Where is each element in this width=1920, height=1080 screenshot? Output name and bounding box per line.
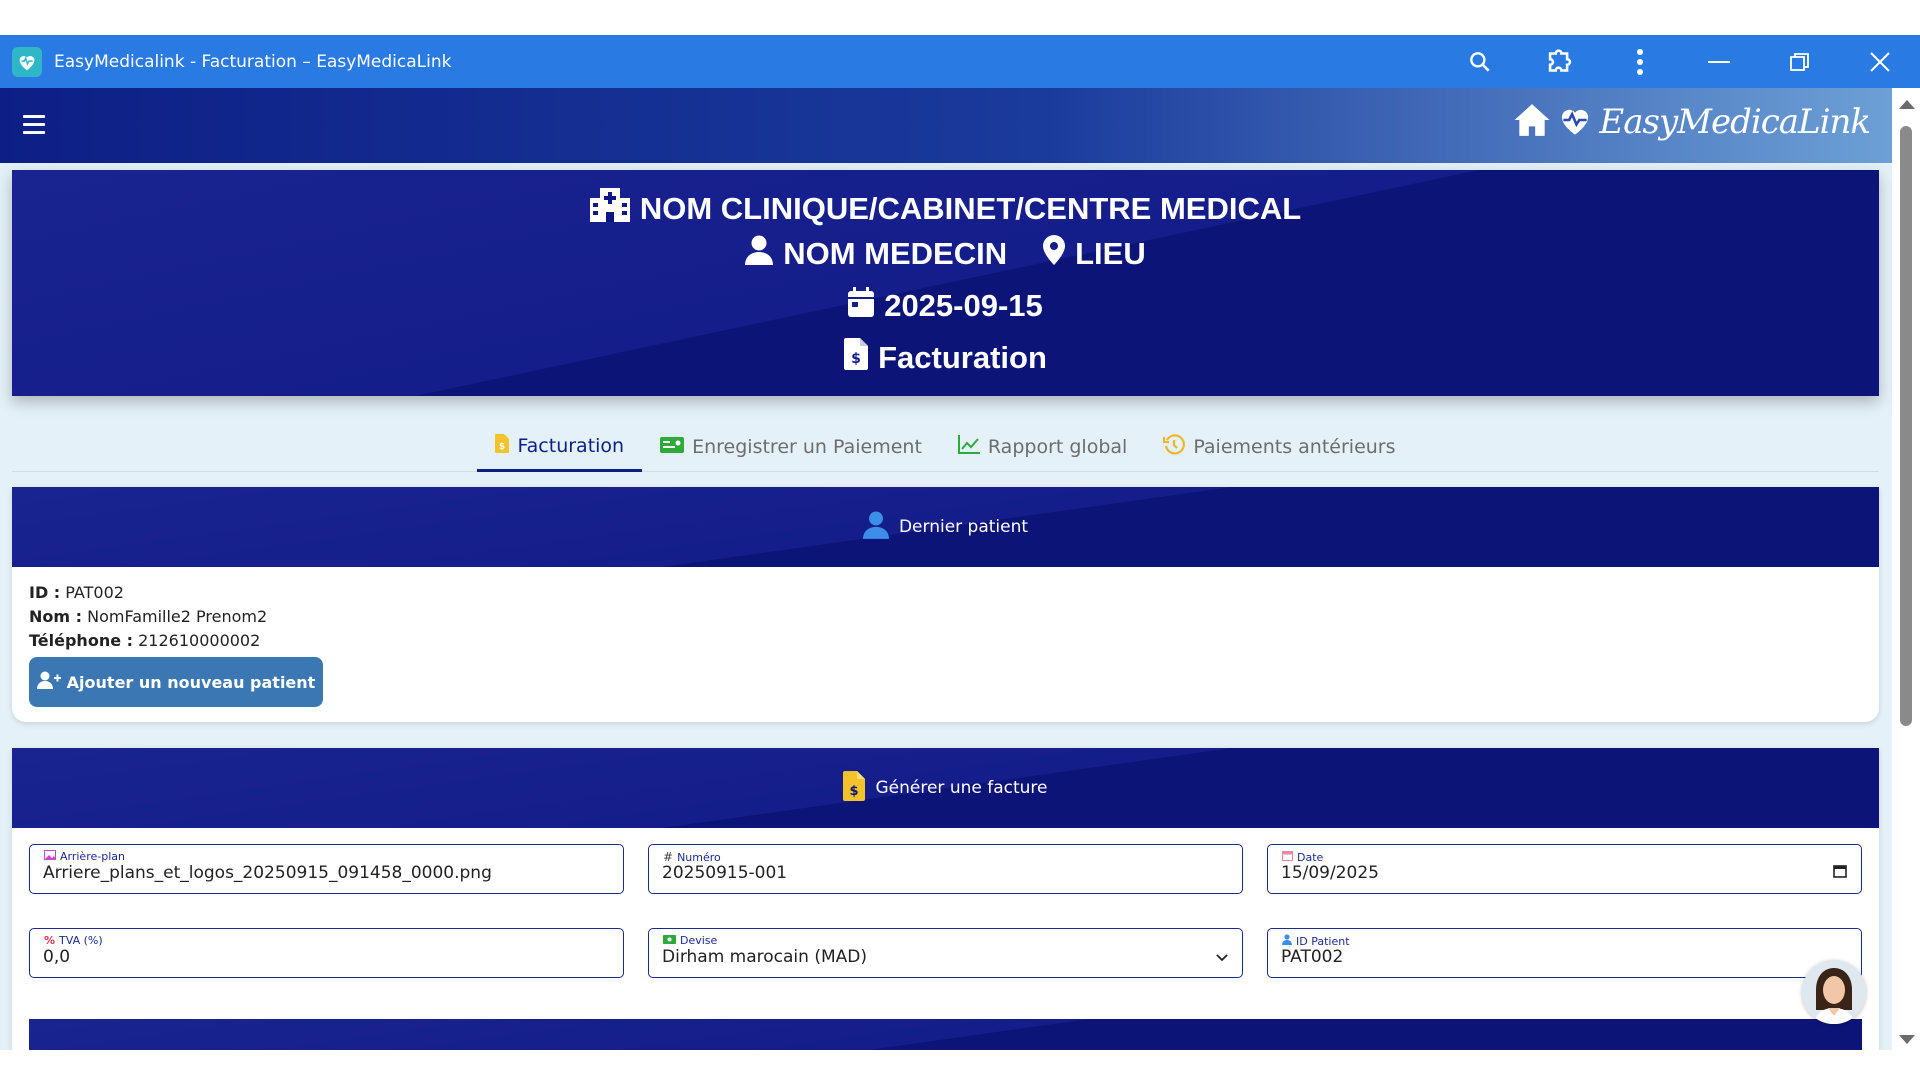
menu-icon[interactable] (23, 115, 45, 135)
last-patient-panel: Dernier patient ID : PAT002 Nom : NomFam… (12, 487, 1879, 722)
panel-title: Dernier patient (898, 517, 1029, 537)
money-bill-icon (663, 934, 676, 947)
number-value: 20250915-001 (662, 863, 788, 883)
minimize-icon[interactable] (1680, 35, 1760, 88)
tab-label: Paiements antérieurs (1193, 436, 1396, 458)
add-patient-button[interactable]: Ajouter un nouveau patient (29, 657, 323, 707)
invoice-header: $ Générer une facture (12, 748, 1879, 828)
assistant-avatar[interactable] (1802, 960, 1866, 1024)
number-label: Numéro (677, 850, 721, 864)
scroll-thumb[interactable] (1900, 126, 1912, 726)
app-navbar: EasyMedicaLink (0, 88, 1892, 163)
vat-value: 0,0 (43, 947, 71, 967)
percent-icon: % (44, 934, 56, 947)
patient-id-input-value: PAT002 (1281, 947, 1344, 967)
background-value: Arriere_plans_et_logos_20250915_091458_0… (43, 863, 492, 883)
top-strip (0, 0, 1920, 35)
tab-enregistrer-paiement[interactable]: Enregistrer un Paiement (642, 422, 940, 472)
patient-name-value: NomFamille2 Prenom2 (87, 607, 268, 626)
page-viewport: EasyMedicaLink NOM CLINIQUE/CABINET/CENT… (0, 88, 1892, 1050)
chart-line-icon (957, 435, 980, 459)
money-bill-icon (660, 436, 685, 458)
calendar-icon (1282, 850, 1293, 864)
invoice-date-field[interactable]: Date 15/09/2025 (1267, 844, 1862, 894)
bottom-strip (0, 1050, 1920, 1080)
close-icon[interactable] (1840, 35, 1920, 88)
tab-rapport-global[interactable]: Rapport global (940, 422, 1145, 472)
user-icon (1282, 934, 1292, 948)
more-vert-icon[interactable] (1600, 35, 1680, 88)
currency-select[interactable]: Devise Dirham marocain (MAD) (648, 928, 1243, 978)
date-label: Date (1297, 850, 1324, 864)
search-icon[interactable] (1440, 35, 1520, 88)
tab-paiements-anterieurs[interactable]: Paiements antérieurs (1145, 422, 1413, 472)
background-field[interactable]: Arrière-plan Arriere_plans_et_logos_2025… (29, 844, 624, 894)
invoice-number-field[interactable]: # Numéro 20250915-001 (648, 844, 1243, 894)
invoice-dollar-icon: $ (843, 770, 866, 806)
svg-text:$: $ (499, 442, 505, 452)
add-patient-label: Ajouter un nouveau patient (66, 672, 316, 692)
window-title: EasyMedicalink - Facturation – EasyMedic… (54, 51, 452, 72)
vertical-scrollbar[interactable] (1892, 88, 1920, 1050)
date-picker-icon[interactable] (1833, 863, 1847, 882)
location-icon (1043, 235, 1066, 273)
history-icon (1163, 433, 1186, 461)
image-icon (44, 850, 56, 863)
calendar-icon (848, 287, 875, 325)
patient-id-value: PAT002 (65, 583, 124, 602)
patient-id-label: ID Patient (1296, 934, 1350, 948)
invoice-panel: $ Générer une facture (12, 748, 1879, 1050)
doctor-name: NOM MEDECIN (783, 236, 1008, 271)
scroll-up-arrow-icon[interactable] (1899, 100, 1915, 109)
patient-name-line: Nom : NomFamille2 Prenom2 (29, 607, 268, 626)
panel-title: Générer une facture (875, 778, 1048, 798)
vat-field[interactable]: % TVA (%) 0,0 (29, 928, 624, 978)
brand-logo[interactable]: EasyMedicaLink (1513, 102, 1871, 142)
billing-tabs: $ Facturation Enregistrer un Paiement Ra… (12, 422, 1879, 472)
clinic-header-card: NOM CLINIQUE/CABINET/CENTRE MEDICAL NOM … (12, 170, 1879, 396)
currency-label: Devise (680, 934, 718, 947)
last-patient-header: Dernier patient (12, 487, 1879, 567)
user-icon (745, 235, 774, 273)
patient-id-line: ID : PAT002 (29, 583, 124, 602)
home-icon[interactable] (1513, 102, 1551, 142)
background-label: Arrière-plan (60, 850, 125, 863)
tab-facturation[interactable]: $ Facturation (477, 422, 643, 472)
invoice-icon: $ (495, 433, 510, 458)
brand-name: EasyMedicaLink (1599, 102, 1871, 142)
user-icon (862, 510, 889, 545)
svg-text:$: $ (851, 351, 861, 367)
tab-label: Enregistrer un Paiement (692, 436, 922, 458)
chevron-down-icon[interactable] (1216, 947, 1228, 966)
patient-phone-line: Téléphone : 212610000002 (29, 631, 261, 650)
header-date: 2025-09-15 (884, 288, 1043, 323)
window-titlebar: EasyMedicalink - Facturation – EasyMedic… (0, 35, 1920, 88)
hospital-icon (589, 188, 630, 230)
header-section: Facturation (878, 340, 1047, 375)
svg-text:$: $ (850, 784, 859, 799)
patient-phone-value: 212610000002 (138, 631, 261, 650)
scroll-down-arrow-icon[interactable] (1899, 1035, 1915, 1044)
clinic-name: NOM CLINIQUE/CABINET/CENTRE MEDICAL (639, 191, 1302, 226)
location-name: LIEU (1075, 236, 1146, 271)
restore-icon[interactable] (1760, 35, 1840, 88)
hash-icon: # (663, 850, 674, 864)
patient-id-field[interactable]: ID Patient PAT002 (1267, 928, 1862, 978)
vat-label: TVA (%) (59, 934, 103, 947)
invoice-dollar-icon: $ (844, 338, 869, 378)
next-section-header (29, 1019, 1862, 1050)
tab-label: Facturation (517, 434, 625, 457)
heartbeat-icon (1557, 104, 1593, 140)
currency-value: Dirham marocain (MAD) (662, 947, 867, 967)
date-value: 15/09/2025 (1281, 863, 1379, 883)
tab-label: Rapport global (987, 436, 1128, 458)
user-plus-icon (36, 671, 61, 693)
app-heart-icon (12, 46, 42, 77)
extension-icon[interactable] (1520, 35, 1600, 88)
